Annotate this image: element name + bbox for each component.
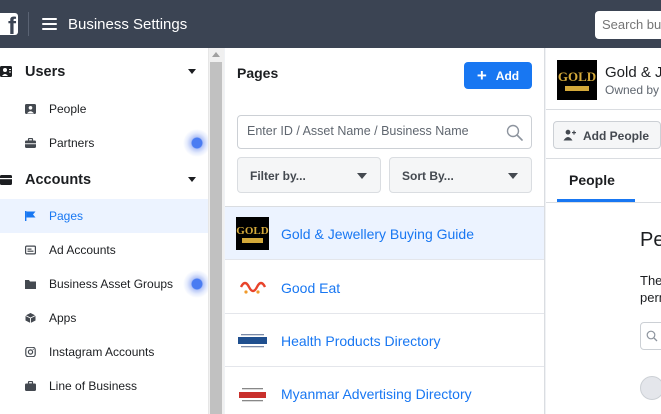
- sidebar-item-label: Line of Business: [49, 379, 138, 393]
- selected-page-name: Gold & Jewellery Buying Guide: [605, 64, 661, 81]
- filter-label: Filter by...: [250, 169, 306, 183]
- person-icon: [25, 104, 36, 114]
- top-bar: f Business Settings: [0, 0, 661, 48]
- sidebar-section-label: Users: [25, 64, 66, 80]
- section-heading: People: [640, 229, 661, 251]
- business-search-input[interactable]: [595, 11, 661, 39]
- sidebar-section-label: Accounts: [25, 172, 92, 188]
- sidebar-item-people[interactable]: People: [0, 92, 208, 126]
- page-row[interactable]: GOLD Gold & Jewellery Buying Guide: [225, 207, 544, 260]
- detail-panel: GOLD Gold & Jewellery Buying Guide Owned…: [546, 48, 661, 414]
- chevron-down-icon: [357, 173, 367, 179]
- briefcase-icon: [25, 381, 36, 391]
- click-indicator: [183, 270, 211, 298]
- menu-icon[interactable]: [42, 18, 57, 30]
- sidebar-item-label: Partners: [49, 136, 95, 150]
- users-icon: [0, 66, 12, 77]
- page-row[interactable]: Good Eat: [225, 261, 544, 314]
- sidebar-item-pages[interactable]: Pages: [0, 199, 208, 233]
- sidebar-item-label: Pages: [49, 209, 84, 223]
- sidebar-section-users[interactable]: Users: [0, 57, 208, 87]
- sidebar-item-apps[interactable]: Apps: [0, 301, 208, 335]
- add-page-button[interactable]: + Add: [464, 62, 532, 89]
- page-name: Good Eat: [281, 280, 341, 296]
- add-people-label: Add People: [583, 129, 650, 143]
- accounts-icon: [0, 175, 12, 185]
- myanmar-advertising-logo: [236, 377, 269, 410]
- owned-by-text: Owned by: [605, 83, 660, 97]
- page-row[interactable]: Myanmar Advertising Directory: [225, 367, 544, 414]
- pages-search-box: [237, 115, 532, 149]
- sort-dropdown[interactable]: Sort By...: [389, 157, 532, 193]
- pages-panel: Pages + Add Filter by... Sort By... GOLD…: [225, 48, 545, 414]
- people-search-input[interactable]: [640, 322, 661, 350]
- sidebar-item-label: People: [49, 102, 87, 116]
- sidebar-item-partners[interactable]: Partners: [0, 126, 208, 160]
- tab-label: People: [569, 172, 615, 188]
- scroll-up-arrow-icon[interactable]: [212, 52, 220, 57]
- svg-text:GOLD: GOLD: [236, 225, 268, 237]
- chevron-down-icon: [188, 69, 196, 74]
- sidebar-item-label: Apps: [49, 311, 77, 325]
- briefcase-icon: [25, 138, 36, 148]
- sidebar-item-label: Ad Accounts: [49, 243, 116, 257]
- sidebar-item-business-asset-groups[interactable]: Business Asset Groups: [0, 267, 208, 301]
- page-title: Business Settings: [68, 16, 188, 33]
- sidebar-item-instagram-accounts[interactable]: Instagram Accounts: [0, 335, 208, 369]
- avatar[interactable]: [640, 376, 661, 400]
- sidebar-item-ad-accounts[interactable]: Ad Accounts: [0, 233, 208, 267]
- add-person-icon: [563, 129, 576, 141]
- sidebar-item-line-of-business[interactable]: Line of Business: [0, 369, 208, 403]
- cube-icon: [25, 313, 36, 323]
- svg-text:GOLD: GOLD: [558, 69, 596, 84]
- chevron-down-icon: [188, 177, 196, 182]
- add-button-label: Add: [495, 68, 520, 83]
- page-name: Gold & Jewellery Buying Guide: [281, 226, 474, 242]
- filter-dropdown[interactable]: Filter by...: [237, 157, 381, 193]
- click-indicator: [183, 129, 211, 157]
- sort-label: Sort By...: [402, 169, 454, 183]
- good-eat-logo: [236, 271, 269, 304]
- gold-guide-logo: GOLD: [236, 217, 269, 250]
- section-description: These people: [640, 273, 661, 288]
- health-directory-logo: [236, 324, 269, 357]
- sidebar-item-label: Instagram Accounts: [49, 345, 155, 359]
- add-people-button[interactable]: Add People: [553, 121, 661, 149]
- search-icon: [646, 330, 658, 342]
- folder-icon: [25, 280, 36, 289]
- ad-account-icon: [25, 245, 36, 255]
- divider: [546, 109, 661, 110]
- page-name: Health Products Directory: [281, 333, 441, 349]
- instagram-icon: [25, 347, 36, 357]
- pages-title: Pages: [237, 65, 279, 81]
- pages-search-input[interactable]: [247, 124, 497, 138]
- divider: [546, 202, 661, 203]
- tab-people[interactable]: People: [557, 159, 635, 202]
- sidebar-item-label: Business Asset Groups: [49, 277, 174, 291]
- section-description: permission: [640, 290, 661, 305]
- divider: [28, 12, 29, 36]
- scrollbar-thumb[interactable]: [210, 62, 222, 414]
- page-name: Myanmar Advertising Directory: [281, 386, 472, 402]
- sidebar-section-accounts[interactable]: Accounts: [0, 165, 208, 195]
- flag-icon: [25, 211, 36, 221]
- sidebar: Users People Partners Accounts Pages Ad …: [0, 48, 211, 414]
- facebook-logo[interactable]: f: [0, 13, 18, 35]
- plus-icon: +: [476, 66, 487, 85]
- search-icon[interactable]: [506, 124, 523, 141]
- page-row[interactable]: Health Products Directory: [225, 314, 544, 367]
- chevron-down-icon: [508, 173, 518, 179]
- gold-guide-logo: GOLD: [557, 60, 597, 100]
